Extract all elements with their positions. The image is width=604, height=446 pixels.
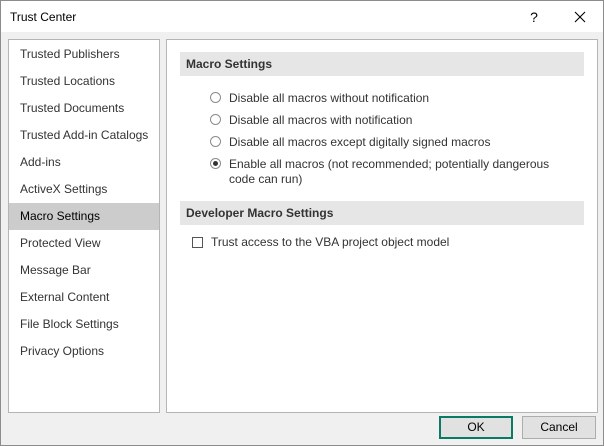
window-title: Trust Center — [10, 10, 77, 24]
radio-button[interactable] — [210, 136, 221, 147]
ok-button[interactable]: OK — [439, 416, 513, 439]
sidebar-item-trusted-locations[interactable]: Trusted Locations — [9, 68, 159, 95]
radio-label: Enable all macros (not recommended; pote… — [229, 157, 550, 186]
sidebar-item-external-content[interactable]: External Content — [9, 284, 159, 311]
radio-button[interactable] — [210, 92, 221, 103]
radio-label: Disable all macros except digitally sign… — [229, 135, 491, 149]
macro-settings-header: Macro Settings — [180, 52, 584, 76]
help-button[interactable]: ? — [511, 1, 557, 32]
title-bar: Trust Center ? — [1, 1, 603, 32]
sidebar-item-file-block-settings[interactable]: File Block Settings — [9, 311, 159, 338]
sidebar-item-trusted-documents[interactable]: Trusted Documents — [9, 95, 159, 122]
sidebar-item-add-ins[interactable]: Add-ins — [9, 149, 159, 176]
radio-label: Disable all macros with notification — [229, 113, 413, 127]
radio-button-checked[interactable] — [210, 158, 221, 169]
sidebar-item-trusted-add-in-catalogs[interactable]: Trusted Add-in Catalogs — [9, 122, 159, 149]
sidebar-nav: Trusted Publishers Trusted Locations Tru… — [8, 39, 160, 413]
sidebar-item-activex-settings[interactable]: ActiveX Settings — [9, 176, 159, 203]
developer-macro-settings-header: Developer Macro Settings — [180, 201, 584, 225]
help-icon: ? — [530, 8, 538, 25]
radio-button[interactable] — [210, 114, 221, 125]
sidebar-item-message-bar[interactable]: Message Bar — [9, 257, 159, 284]
radio-enable-all-macros[interactable]: Enable all macros (not recommended; pote… — [210, 157, 570, 187]
close-button[interactable] — [557, 1, 603, 32]
settings-panel: Macro Settings Disable all macros withou… — [166, 39, 598, 413]
sidebar-item-macro-settings[interactable]: Macro Settings — [9, 203, 159, 230]
close-icon — [574, 11, 586, 22]
vba-trust-label: Trust access to the VBA project object m… — [211, 235, 450, 249]
radio-disable-with-notification[interactable]: Disable all macros with notification — [210, 113, 590, 128]
vba-trust-checkbox[interactable] — [192, 237, 203, 248]
sidebar-item-trusted-publishers[interactable]: Trusted Publishers — [9, 41, 159, 68]
vba-trust-option[interactable]: Trust access to the VBA project object m… — [192, 235, 449, 250]
sidebar-item-privacy-options[interactable]: Privacy Options — [9, 338, 159, 365]
cancel-button[interactable]: Cancel — [522, 416, 596, 439]
trust-center-dialog: Trust Center ? Trusted Publishers Truste… — [0, 0, 604, 446]
radio-disable-except-signed[interactable]: Disable all macros except digitally sign… — [210, 135, 590, 150]
sidebar-item-protected-view[interactable]: Protected View — [9, 230, 159, 257]
radio-label: Disable all macros without notification — [229, 91, 430, 105]
radio-disable-without-notification[interactable]: Disable all macros without notification — [210, 91, 590, 106]
